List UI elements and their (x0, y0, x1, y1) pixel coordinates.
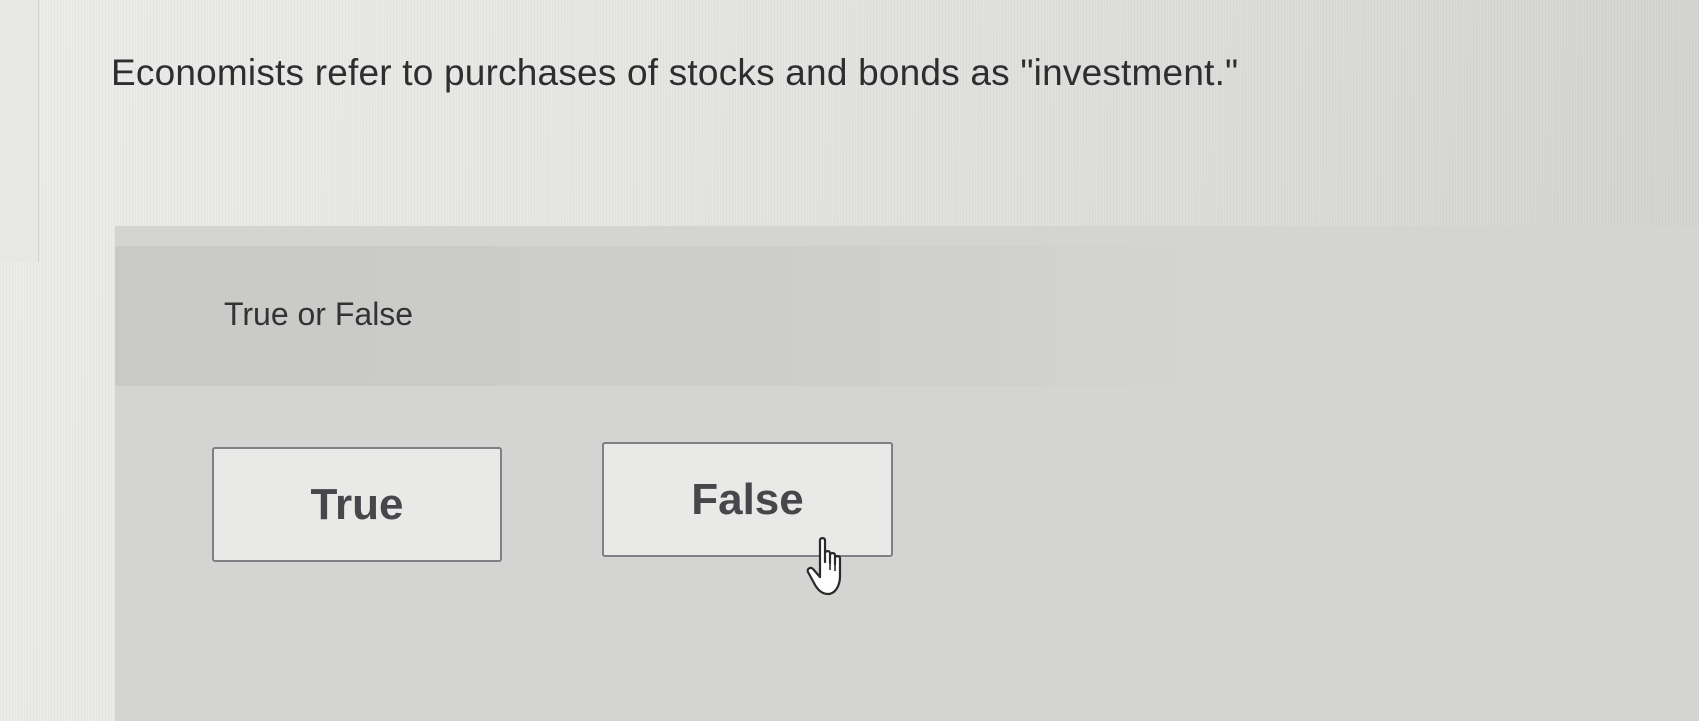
question-text: Economists refer to purchases of stocks … (111, 52, 1239, 93)
true-or-false-prompt: True or False (224, 296, 414, 332)
true-button[interactable]: True (212, 447, 502, 562)
false-button-label: False (691, 474, 804, 524)
true-button-label: True (310, 479, 404, 529)
hand-pointer-icon (806, 537, 842, 596)
left-panel-edge (0, 0, 39, 262)
